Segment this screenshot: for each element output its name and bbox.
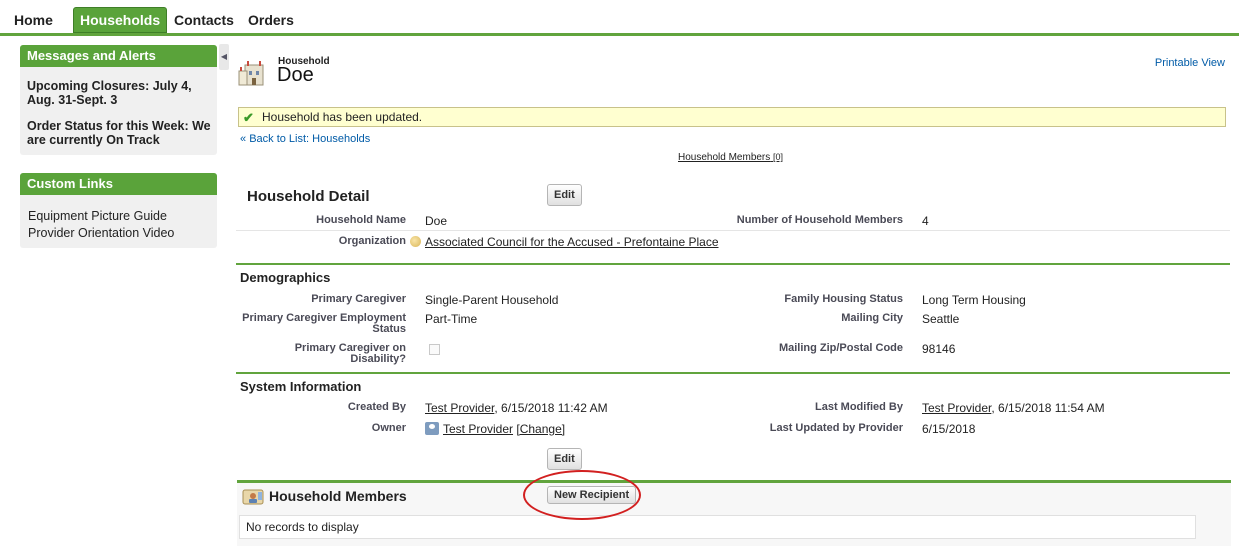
zip-value: 98146 xyxy=(922,342,956,356)
last-modified-label: Last Modified By xyxy=(814,401,903,413)
household-icon xyxy=(238,61,264,86)
section-divider xyxy=(236,372,1230,374)
primary-caregiver-value: Single-Parent Household xyxy=(425,293,559,307)
printable-view-link[interactable]: Printable View xyxy=(1155,57,1225,69)
alert-order-status: Order Status for this Week: We are curre… xyxy=(27,119,211,147)
info-icon[interactable] xyxy=(410,236,421,247)
last-updated-label: Last Updated by Provider xyxy=(769,422,903,434)
messages-alerts-panel: Messages and Alerts Upcoming Closures: J… xyxy=(20,45,217,155)
new-recipient-button[interactable]: New Recipient xyxy=(547,486,637,504)
created-by-value: Test Provider, 6/15/2018 11:42 AM xyxy=(425,401,608,415)
custom-links-panel: Custom Links Equipment Picture Guide Pro… xyxy=(20,173,217,248)
back-arrow: « xyxy=(240,133,250,145)
messages-alerts-title: Messages and Alerts xyxy=(20,45,217,67)
last-modified-date: , 6/15/2018 11:54 AM xyxy=(991,401,1105,415)
tab-households[interactable]: Households xyxy=(73,7,168,33)
household-members-title: Household Members xyxy=(269,488,407,504)
num-members-value: 4 xyxy=(922,214,929,228)
household-members-hover-link[interactable]: Household Members [0] xyxy=(678,152,783,163)
no-records-message: No records to display xyxy=(239,515,1196,539)
household-detail-title: Household Detail xyxy=(247,188,370,205)
alert-closures: Upcoming Closures: July 4, Aug. 31-Sept.… xyxy=(27,79,192,107)
primary-caregiver-label: Primary Caregiver xyxy=(311,293,406,305)
record-title: Doe xyxy=(277,64,314,86)
tab-orders[interactable]: Orders xyxy=(248,8,294,32)
household-name-label: Household Name xyxy=(316,214,406,226)
employment-label: Primary Caregiver Employment Status xyxy=(240,313,406,335)
disability-checkbox xyxy=(429,344,440,355)
tab-home[interactable]: Home xyxy=(14,8,53,32)
demographics-title: Demographics xyxy=(240,270,331,285)
breadcrumb: « Back to List: Households xyxy=(240,133,370,145)
last-updated-value: 6/15/2018 xyxy=(922,422,976,436)
edit-button-bottom[interactable]: Edit xyxy=(547,448,582,470)
family-housing-value: Long Term Housing xyxy=(922,293,1026,307)
organization-label: Organization xyxy=(338,235,406,247)
related-count: [0] xyxy=(773,152,784,162)
disability-label: Primary Caregiver on Disability? xyxy=(294,342,406,365)
owner-value: Test Provider [Change] xyxy=(425,422,565,436)
employment-label-line2: Status xyxy=(372,323,406,335)
confirmation-text: Household has been updated. xyxy=(262,110,423,124)
edit-button-top[interactable]: Edit xyxy=(547,184,582,206)
family-housing-label: Family Housing Status xyxy=(784,293,903,305)
zip-label: Mailing Zip/Postal Code xyxy=(778,342,903,354)
related-link-label[interactable]: Household Members xyxy=(678,152,770,163)
link-equipment-picture-guide[interactable]: Equipment Picture Guide xyxy=(28,209,167,223)
user-avatar-icon xyxy=(425,422,439,435)
change-owner-link[interactable]: [Change] xyxy=(516,422,565,436)
created-by-user-link[interactable]: Test Provider xyxy=(425,401,494,415)
employment-value: Part-Time xyxy=(425,312,478,326)
tab-contacts[interactable]: Contacts xyxy=(174,8,234,32)
section-divider xyxy=(236,263,1230,265)
sidebar-collapse-handle[interactable]: ◀ xyxy=(219,44,229,70)
divider xyxy=(236,230,1230,231)
checkmark-icon: ✔ xyxy=(243,110,254,125)
household-members-icon xyxy=(242,489,264,505)
mailing-city-label: Mailing City xyxy=(841,312,903,324)
link-provider-orientation-video[interactable]: Provider Orientation Video xyxy=(28,226,174,240)
num-members-label: Number of Household Members xyxy=(736,214,903,226)
owner-link[interactable]: Test Provider xyxy=(443,422,513,436)
custom-links-title: Custom Links xyxy=(20,173,217,195)
mailing-city-value: Seattle xyxy=(922,312,960,326)
system-info-title: System Information xyxy=(240,379,362,394)
back-to-list-link[interactable]: Back to List: Households xyxy=(249,133,370,145)
organization-link[interactable]: Associated Council for the Accused - Pre… xyxy=(425,235,719,249)
owner-label: Owner xyxy=(371,422,406,434)
tab-bar: Home Households Contacts Orders xyxy=(0,0,1239,36)
confirmation-message: ✔ Household has been updated. xyxy=(238,107,1226,127)
last-modified-user-link[interactable]: Test Provider xyxy=(922,401,991,415)
organization-value: Associated Council for the Accused - Pre… xyxy=(425,235,719,249)
household-name-value: Doe xyxy=(425,214,448,228)
last-modified-value: Test Provider, 6/15/2018 11:54 AM xyxy=(922,401,1105,415)
created-by-date: , 6/15/2018 11:42 AM xyxy=(494,401,608,415)
created-by-label: Created By xyxy=(347,401,406,413)
